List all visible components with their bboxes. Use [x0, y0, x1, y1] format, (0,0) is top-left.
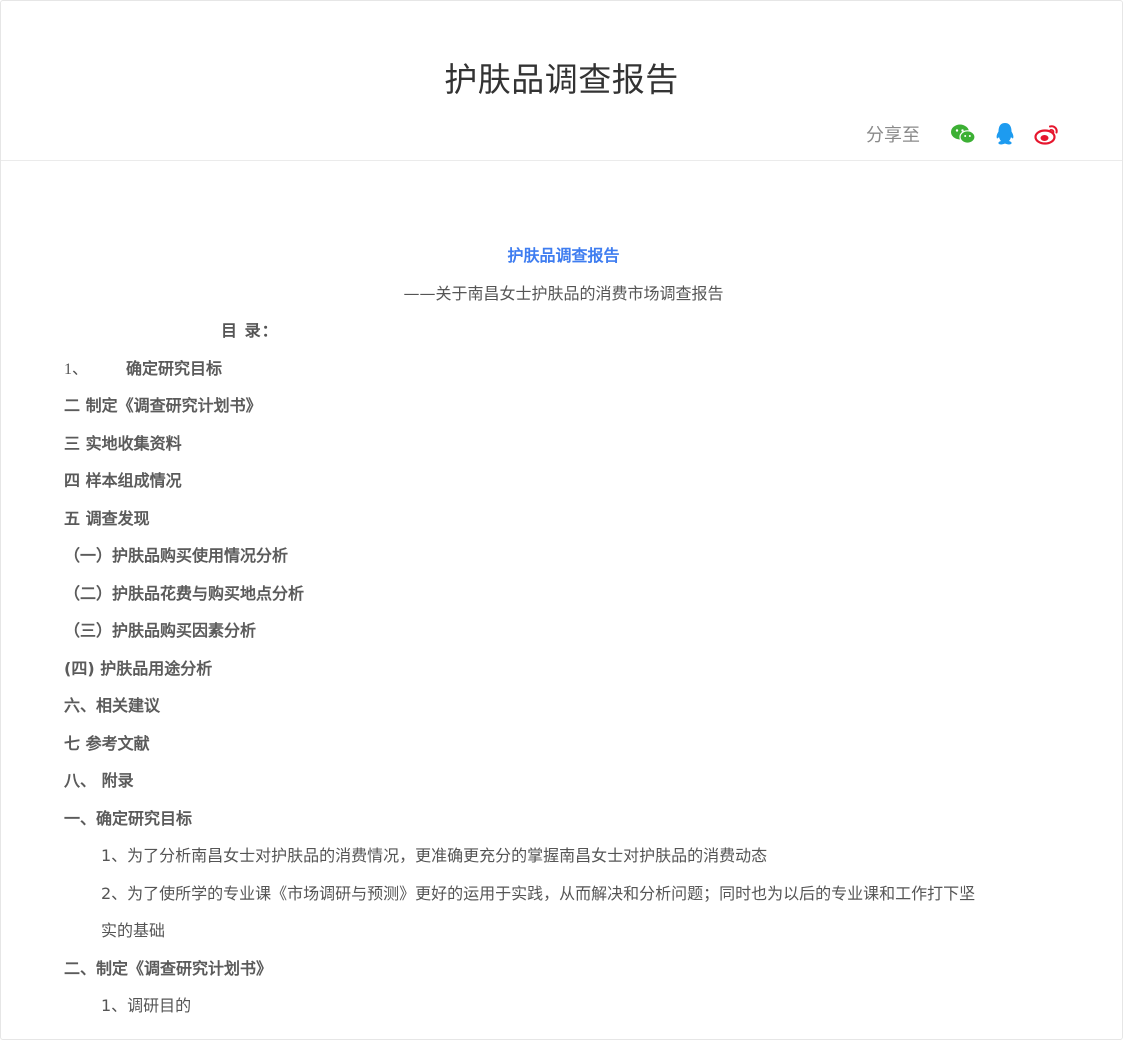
toc-item: （三）护肤品购买因素分析 [64, 621, 257, 640]
wechat-icon[interactable] [950, 121, 976, 147]
toc-item-text: 确定研究目标 [126, 358, 223, 378]
document-title: 护肤品调查报告 [507, 246, 620, 265]
toc-item: （一）护肤品购买使用情况分析 [64, 546, 289, 565]
article-body: 护肤品调查报告 ——关于南昌女士护肤品的消费市场调查报告 目 录： 1、 确定研究… [64, 237, 1064, 1025]
toc-item: 二 制定《调查研究计划书》 [64, 396, 262, 415]
toc-item-number: 1、 [64, 360, 89, 378]
toc-item: 七 参考文献 [64, 733, 150, 753]
paragraph: 2、为了使所学的专业课《市场调研与预测》更好的运用于实践，从而解决和分析问题；同… [101, 883, 976, 903]
document-subtitle: ——关于南昌女士护肤品的消费市场调查报告 [403, 283, 724, 303]
qq-icon[interactable] [992, 121, 1018, 147]
section-heading: 二、制定《调查研究计划书》 [64, 958, 273, 978]
toc-item: 六、相关建议 [64, 696, 161, 715]
weibo-icon[interactable] [1034, 121, 1060, 147]
page-title: 护肤品调查报告 [444, 60, 679, 99]
article-frame: 护肤品调查报告 分享至 护肤品调查报告 ——关于南昌女士护肤品的消费市场调查报告… [0, 0, 1123, 1040]
share-label: 分享至 [866, 125, 920, 146]
toc-item: 三 实地收集资料 [64, 433, 182, 453]
toc-item: 四 样本组成情况 [64, 471, 182, 490]
paragraph: 实的基础 [101, 921, 166, 940]
toc-item: 1、 确定研究目标 [64, 350, 1064, 388]
share-bar: 分享至 [866, 121, 1060, 147]
article-header: 护肤品调查报告 分享至 [1, 1, 1122, 161]
paragraph: 1、为了分析南昌女士对护肤品的消费情况，更准确更充分的掌握南昌女士对护肤品的消费… [101, 846, 768, 865]
toc-item: （二）护肤品花费与购买地点分析 [64, 583, 305, 603]
paragraph: 1、调研目的 [101, 996, 192, 1015]
section-heading: 一、确定研究目标 [64, 808, 193, 828]
toc-heading: 目 录： [221, 321, 279, 340]
toc-item: (四) 护肤品用途分析 [64, 658, 213, 678]
toc-item: 五 调查发现 [64, 508, 150, 528]
toc-item: 八、 附录 [64, 771, 134, 790]
